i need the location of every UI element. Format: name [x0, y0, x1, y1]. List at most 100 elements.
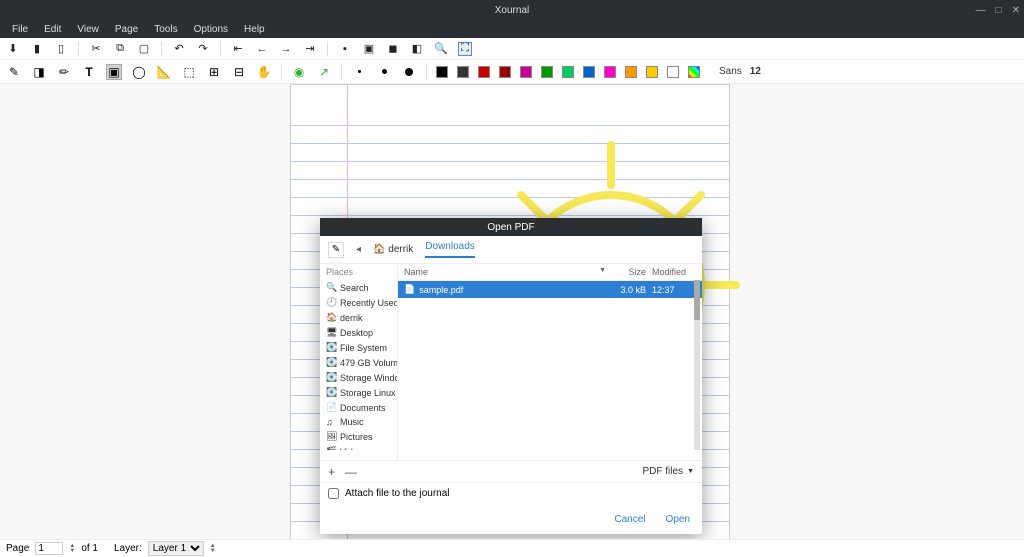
undo-button[interactable]: ↶ [172, 42, 186, 56]
paste-button[interactable]: ▢ [137, 42, 151, 56]
open-button[interactable]: ▯ [54, 42, 68, 56]
pen-tool[interactable]: ✎ [6, 64, 22, 80]
file-scrollbar[interactable] [694, 280, 700, 450]
zoom-out-button[interactable]: ▪ [338, 42, 352, 56]
cut-button[interactable]: ✂ [89, 42, 103, 56]
zoom-width-button[interactable]: ◧ [410, 42, 424, 56]
color-cyan[interactable] [562, 66, 574, 78]
vertical-space-tool[interactable]: ⊟ [231, 64, 247, 80]
copy-button[interactable]: ⧉ [113, 42, 127, 56]
layer-spinner[interactable]: ▲▼ [210, 544, 216, 554]
place-pictures[interactable]: 🖼Pictures [320, 429, 397, 444]
tool-toolbar: ✎ ◨ ✏ T ▣ ◯ 📐 ⬚ ⊞ ⊟ ✋ ◉ ↗ Sans 12 [0, 60, 1024, 84]
color-green[interactable] [541, 66, 553, 78]
shape-recognizer-tool[interactable]: ◉ [291, 64, 307, 80]
color-darkgray[interactable] [457, 66, 469, 78]
zoom-in-button[interactable]: ◼ [386, 42, 400, 56]
new-button[interactable]: ▮ [30, 42, 44, 56]
ruler-icon[interactable]: ↗ [316, 64, 332, 80]
text-tool[interactable]: T [81, 64, 97, 80]
menu-tools[interactable]: Tools [146, 24, 185, 35]
shape-tool[interactable]: ◯ [131, 64, 147, 80]
minimize-button[interactable]: — [976, 5, 986, 16]
font-size: 12 [750, 66, 761, 77]
color-custom[interactable] [688, 66, 700, 78]
place-videos[interactable]: 🎬Videos [320, 444, 397, 450]
color-pink[interactable] [604, 66, 616, 78]
fullscreen-button[interactable]: ⛶ [458, 42, 472, 56]
menu-file[interactable]: File [4, 24, 36, 35]
window-title: Xournal [495, 5, 529, 16]
dialog-actions: Cancel Open [320, 504, 702, 534]
page-spinner[interactable]: ▲▼ [69, 544, 75, 554]
color-blue[interactable] [583, 66, 595, 78]
thickness-thick[interactable] [401, 64, 417, 80]
add-bookmark-button[interactable]: + [328, 465, 335, 479]
path-back-button[interactable]: ◂ [356, 244, 361, 255]
place-storage-linux[interactable]: 💽Storage Linux [320, 385, 397, 400]
file-icon: 📄 [404, 284, 415, 295]
cancel-button[interactable]: Cancel [614, 514, 645, 525]
select-rect-tool[interactable]: ⬚ [181, 64, 197, 80]
place-recently-used[interactable]: 🕘Recently Used [320, 295, 397, 310]
color-orange[interactable] [625, 66, 637, 78]
color-darkred[interactable] [499, 66, 511, 78]
menu-page[interactable]: Page [107, 24, 146, 35]
place-documents[interactable]: 📄Documents [320, 400, 397, 415]
place-derrik[interactable]: 🏠derrik [320, 310, 397, 325]
open-pdf-dialog: Open PDF ✎ ◂ 🏠 derrik Downloads Places 🔍… [320, 218, 702, 534]
zoom-tool-button[interactable]: 🔍 [434, 42, 448, 56]
file-filter-dropdown[interactable]: PDF files▼ [643, 466, 695, 477]
page-total: of 1 [81, 543, 98, 554]
prev-page-button[interactable]: ← [255, 42, 269, 56]
eraser-tool[interactable]: ◨ [31, 64, 47, 80]
canvas-area: Open PDF ✎ ◂ 🏠 derrik Downloads Places 🔍… [0, 84, 1024, 539]
hand-tool[interactable]: ✋ [256, 64, 272, 80]
image-tool[interactable]: ▣ [106, 64, 122, 80]
places-header: Places [320, 264, 397, 280]
layer-select[interactable]: Layer 1 [148, 541, 204, 556]
menu-help[interactable]: Help [236, 24, 273, 35]
menu-view[interactable]: View [69, 24, 107, 35]
place-file-system[interactable]: 💽File System [320, 340, 397, 355]
close-button[interactable]: ✕ [1012, 5, 1020, 16]
save-button[interactable]: ⬇ [6, 42, 20, 56]
last-page-button[interactable]: ⇥ [303, 42, 317, 56]
color-black[interactable] [436, 66, 448, 78]
ruler-tool[interactable]: 📐 [156, 64, 172, 80]
edit-path-button[interactable]: ✎ [328, 242, 344, 258]
place-desktop[interactable]: 🖥Desktop [320, 325, 397, 340]
col-modified: Modified [646, 267, 696, 277]
place-storage-windows[interactable]: 💽Storage Windows [320, 370, 397, 385]
color-magenta[interactable] [520, 66, 532, 78]
breadcrumb-home[interactable]: 🏠 derrik [373, 244, 413, 255]
first-page-button[interactable]: ⇤ [231, 42, 245, 56]
breadcrumb-current[interactable]: Downloads [425, 241, 474, 258]
highlighter-tool[interactable]: ✏ [56, 64, 72, 80]
place-music[interactable]: ♫Music [320, 415, 397, 429]
open-button[interactable]: Open [666, 514, 690, 525]
page-input[interactable] [35, 542, 63, 555]
redo-button[interactable]: ↷ [196, 42, 210, 56]
select-region-tool[interactable]: ⊞ [206, 64, 222, 80]
color-white[interactable] [667, 66, 679, 78]
file-row[interactable]: 📄sample.pdf3.0 kB12:37 [398, 281, 702, 298]
menu-bar: File Edit View Page Tools Options Help [0, 20, 1024, 38]
file-list-header[interactable]: Name ▼ Size Modified [398, 264, 702, 281]
thickness-medium[interactable] [376, 64, 392, 80]
thickness-fine[interactable] [351, 64, 367, 80]
color-red[interactable] [478, 66, 490, 78]
zoom-fit-button[interactable]: ▣ [362, 42, 376, 56]
remove-bookmark-button[interactable]: — [345, 465, 357, 479]
next-page-button[interactable]: → [279, 42, 293, 56]
menu-options[interactable]: Options [186, 24, 236, 35]
maximize-button[interactable]: □ [996, 5, 1002, 16]
place-search[interactable]: 🔍Search [320, 280, 397, 295]
attach-checkbox[interactable] [328, 488, 339, 499]
attach-label: Attach file to the journal [345, 488, 450, 499]
col-size: Size [606, 267, 646, 277]
font-display[interactable]: Sans 12 [719, 66, 761, 77]
place-479-gb-volume[interactable]: 💽479 GB Volume [320, 355, 397, 370]
menu-edit[interactable]: Edit [36, 24, 69, 35]
color-yellow[interactable] [646, 66, 658, 78]
